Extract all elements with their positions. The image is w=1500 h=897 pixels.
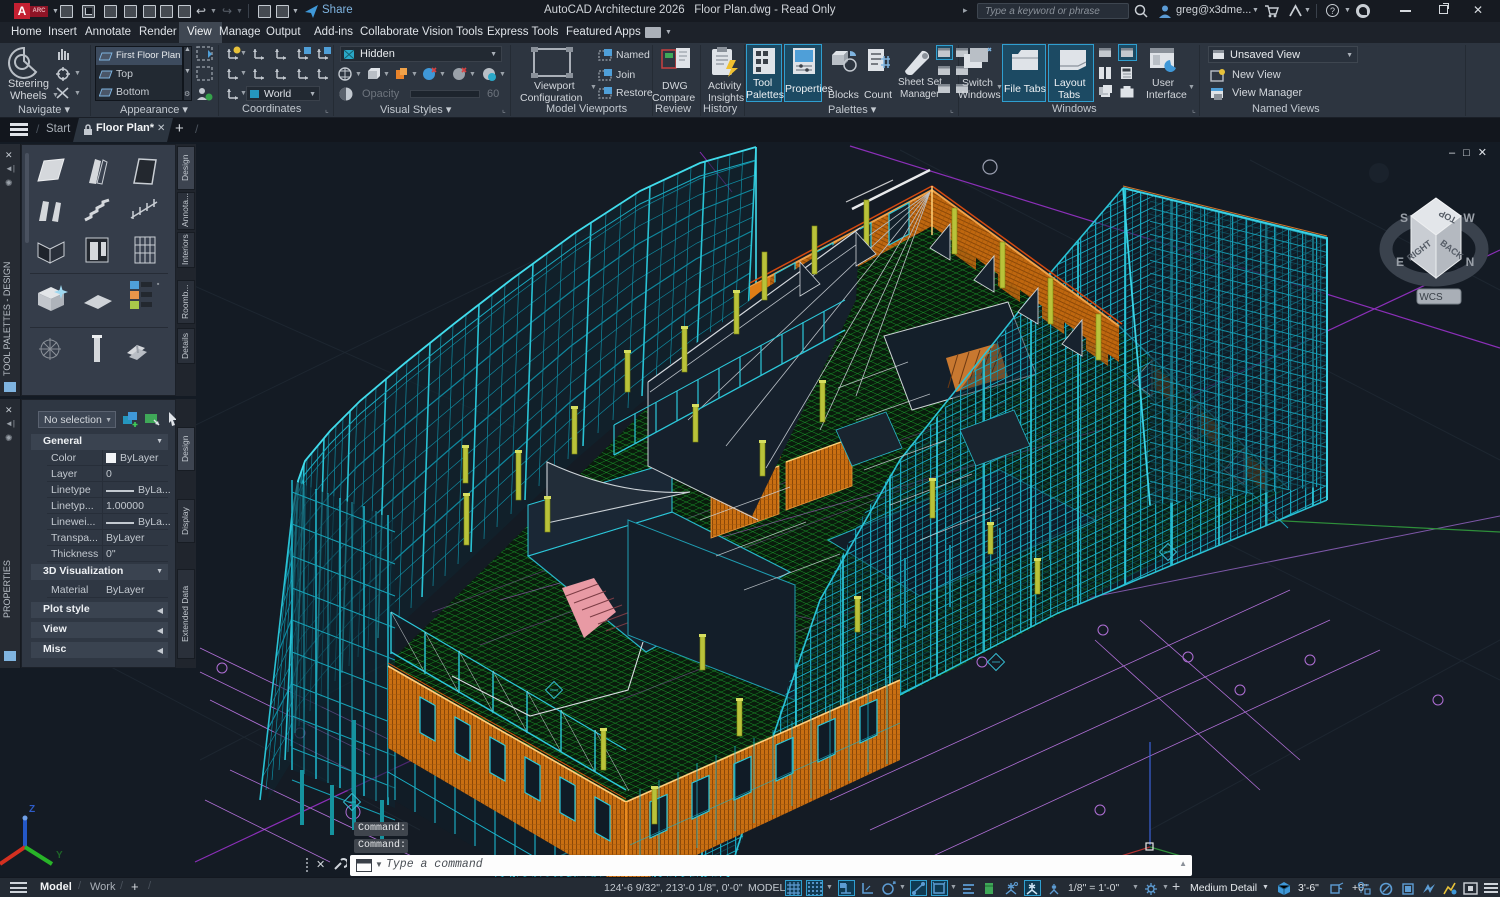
svg-text:W: W bbox=[1463, 211, 1475, 225]
svg-text:E: E bbox=[1396, 255, 1404, 269]
svg-text:S: S bbox=[1400, 211, 1408, 225]
svg-text:Z: Z bbox=[29, 804, 35, 815]
svg-text:WCS: WCS bbox=[1419, 292, 1443, 303]
svg-text:N: N bbox=[1466, 255, 1475, 269]
svg-text:Y: Y bbox=[56, 850, 63, 861]
